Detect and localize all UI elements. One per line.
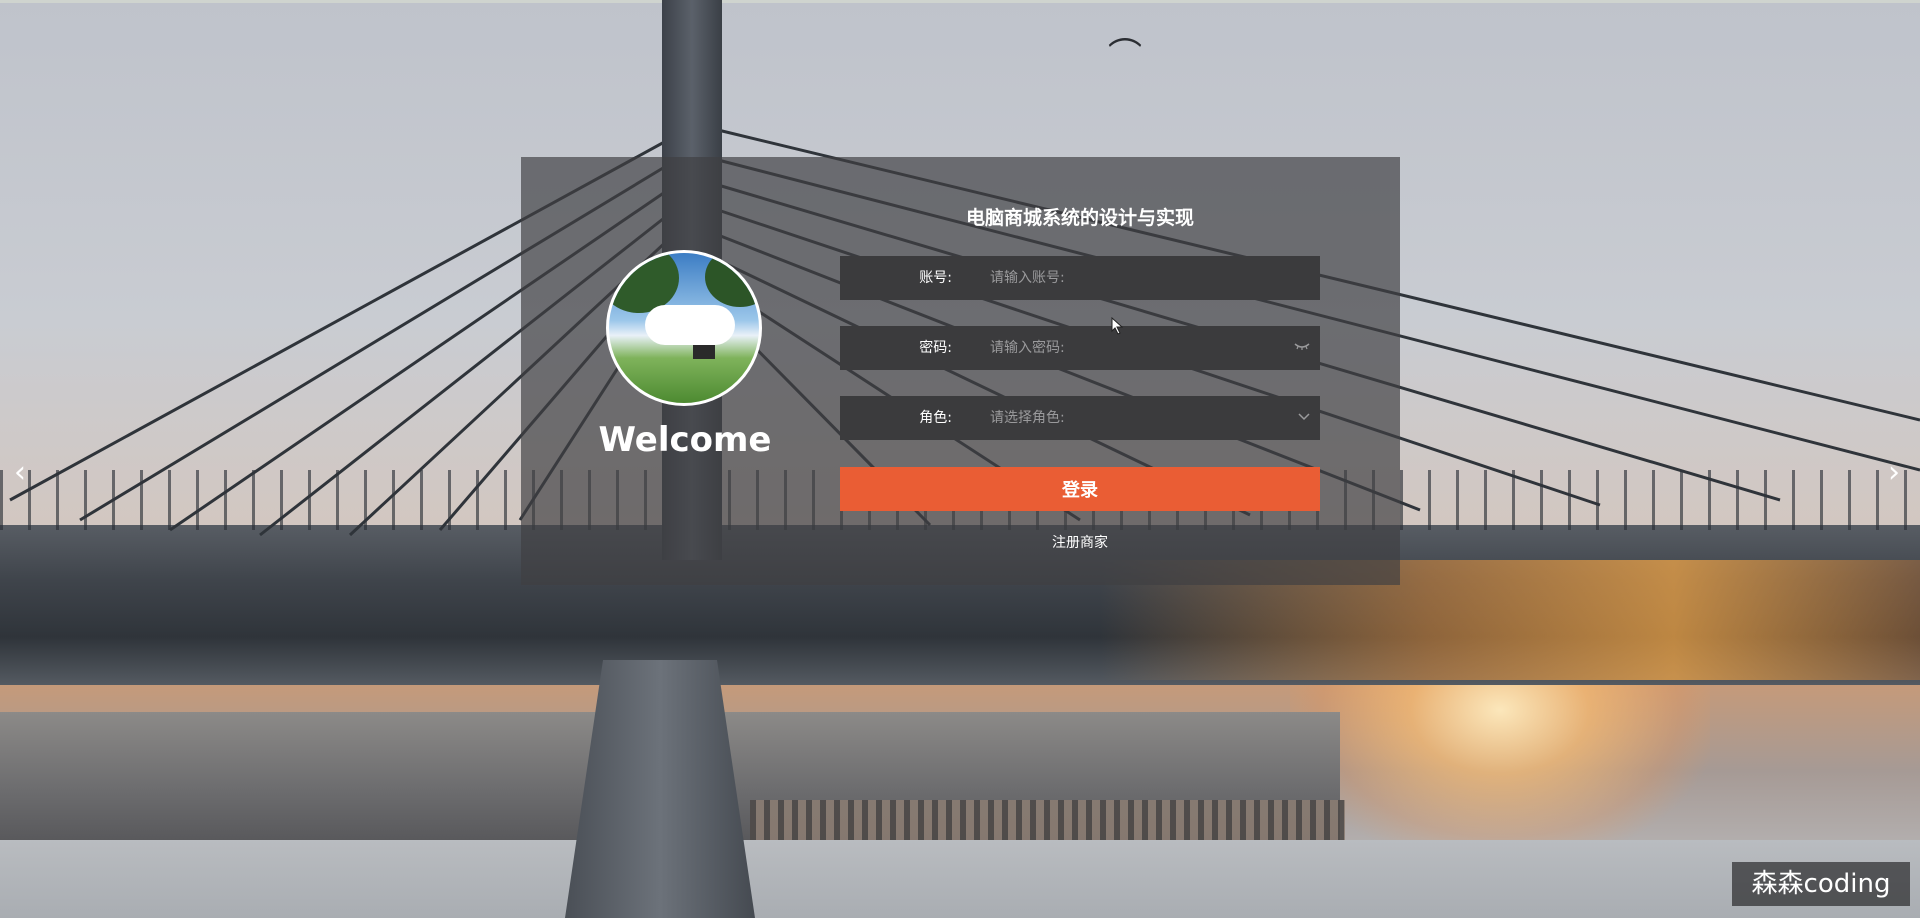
bird: ⌒ [1108,36,1142,76]
password-label: 密码: [919,340,952,356]
account-label: 账号: [919,270,952,286]
avatar-cloud [645,305,735,345]
avatar [606,250,762,406]
account-input[interactable] [990,256,1290,300]
login-page: ⌒ ‹ › Welcome 电脑商城系统的设计与实现 账号: 密码: 角色: 登… [0,0,1920,918]
system-title: 电脑商城系统的设计与实现 [965,207,1194,229]
role-label: 角色: [919,410,952,426]
password-input[interactable] [990,326,1290,370]
welcome-text: Welcome [598,420,772,460]
role-input[interactable] [990,396,1290,440]
password-field[interactable]: 密码: [840,326,1320,370]
watermark: 森森coding [1732,862,1910,906]
carousel-next-arrow-icon[interactable]: › [1888,455,1900,490]
chevron-down-icon[interactable] [1298,396,1310,440]
account-field[interactable]: 账号: [840,256,1320,300]
avatar-bench [693,345,715,359]
avatar-tree-left [609,253,679,313]
role-select[interactable]: 角色: [840,396,1320,440]
carousel-prev-arrow-icon[interactable]: ‹ [14,455,26,490]
login-button[interactable]: 登录 [840,467,1320,511]
register-merchant-link[interactable]: 注册商家 [840,532,1320,552]
avatar-tree-right [705,253,759,307]
eye-closed-icon[interactable] [1294,326,1310,370]
